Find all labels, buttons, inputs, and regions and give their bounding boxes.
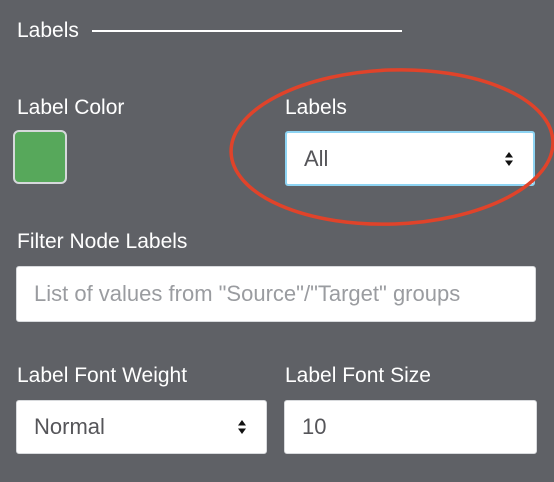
label-color-swatch[interactable] [13,130,67,184]
filter-node-labels-label: Filter Node Labels [17,230,188,253]
section-divider [92,30,402,32]
labels-select[interactable]: All [285,131,535,186]
label-font-weight-label: Label Font Weight [17,364,188,387]
label-color-label: Label Color [17,96,125,119]
section-header: Labels [17,18,407,44]
labels-label: Labels [285,96,347,119]
up-down-arrows-icon [237,419,247,435]
up-down-arrows-icon [504,151,514,167]
label-font-size-input[interactable] [284,400,537,454]
label-font-weight-select[interactable]: Normal [16,400,267,454]
label-font-weight-value: Normal [34,414,105,439]
filter-node-labels-input[interactable] [16,266,536,322]
section-title: Labels [17,19,79,42]
labels-select-value: All [304,146,329,171]
label-font-size-label: Label Font Size [285,364,431,387]
